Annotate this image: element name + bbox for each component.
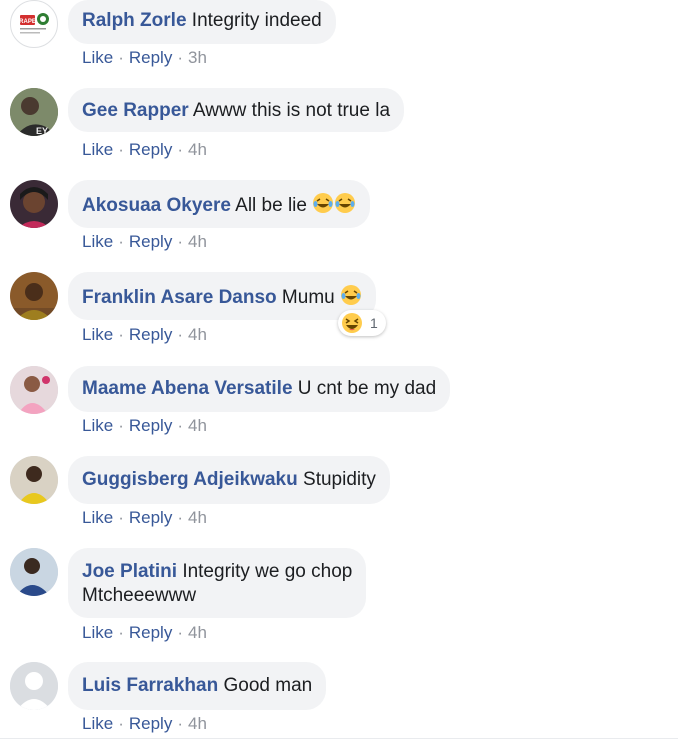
user-photo-icon: EY [10,88,58,136]
comment-author[interactable]: Franklin Asare Danso [82,287,277,308]
comment-author[interactable]: Maame Abena Versatile [82,378,293,399]
like-link[interactable]: Like [82,714,113,733]
avatar[interactable] [10,272,58,320]
reply-link[interactable]: Reply [129,140,172,159]
comment-timestamp[interactable]: 4h [188,623,207,642]
reaction-badge[interactable]: 1 [338,310,386,336]
separator: · [177,232,183,251]
comment-author[interactable]: Ralph Zorle [82,10,187,31]
comment-timestamp[interactable]: 4h [188,232,207,251]
svg-text:RAPE: RAPE [19,19,36,25]
separator: · [118,508,124,527]
comment-timestamp[interactable]: 3h [188,48,207,67]
comment-text: Stupidity [303,469,376,490]
like-link[interactable]: Like [82,508,113,527]
avatar[interactable]: RAPE [10,0,58,48]
separator: · [177,416,183,435]
comment-timestamp[interactable]: 4h [188,416,207,435]
avatar[interactable] [10,662,58,710]
comment-bubble: Ralph Zorle Integrity indeed [68,0,336,44]
comment-text: All be lie [235,195,307,216]
reply-link[interactable]: Reply [129,714,172,733]
separator: · [118,325,124,344]
separator: · [118,416,124,435]
comment-actions: Like · Reply · 4h [82,713,207,735]
separator: · [177,714,183,733]
reply-link[interactable]: Reply [129,508,172,527]
laugh-cry-emoji-icon [313,193,334,213]
haha-reaction-icon [342,313,362,333]
comment-actions: Like · Reply · 4h [82,324,207,346]
separator: · [177,325,183,344]
reply-link[interactable]: Reply [129,232,172,251]
comment-author[interactable]: Akosuaa Okyere [82,195,231,216]
separator: · [177,508,183,527]
comment-text: Integrity indeed [191,10,322,31]
comment-timestamp[interactable]: 4h [188,140,207,159]
separator: · [118,232,124,251]
reply-link[interactable]: Reply [129,416,172,435]
svg-text:EY: EY [36,126,48,136]
comment-text: Awww this is not true la [192,100,391,121]
comment-author[interactable]: Guggisberg Adjeikwaku [82,469,298,490]
comment-bubble: Luis Farrakhan Good man [68,662,327,710]
comment-actions: Like · Reply · 4h [82,415,207,437]
user-photo-icon [10,366,58,414]
avatar[interactable]: EY [10,88,58,136]
comment-text-line-2: Mtcheeewww [82,585,197,606]
user-photo-icon [10,548,58,596]
comment-bubble: Franklin Asare Danso Mumu [68,272,376,320]
divider [0,738,678,739]
reply-link[interactable]: Reply [129,48,172,67]
like-link[interactable]: Like [82,416,113,435]
avatar[interactable] [10,456,58,504]
comment-bubble: Akosuaa Okyere All be lie [68,180,371,228]
comment-bubble: Guggisberg Adjeikwaku Stupidity [68,456,390,504]
comment-bubble: Maame Abena Versatile U cnt be my dad [68,366,451,412]
reply-link[interactable]: Reply [129,623,172,642]
comment-author[interactable]: Joe Platini [82,561,177,582]
like-link[interactable]: Like [82,140,113,159]
comment-bubble: Joe Platini Integrity we go chop Mtcheee… [68,548,367,618]
separator: · [177,48,183,67]
comment-text: Good man [223,675,313,696]
laugh-cry-emoji-icon [341,285,361,305]
comment-actions: Like · Reply · 4h [82,139,207,161]
avatar[interactable] [10,366,58,414]
comment-actions: Like · Reply · 4h [82,231,207,253]
like-link[interactable]: Like [82,232,113,251]
like-link[interactable]: Like [82,325,113,344]
default-silhouette-icon [10,662,58,710]
comment-actions: Like · Reply · 4h [82,622,207,644]
comment-bubble: Gee Rapper Awww this is not true la [68,88,405,132]
comment-author[interactable]: Gee Rapper [82,100,189,121]
like-link[interactable]: Like [82,623,113,642]
comment-author[interactable]: Luis Farrakhan [82,675,218,696]
avatar[interactable] [10,548,58,596]
separator: · [118,48,124,67]
comment-actions: Like · Reply · 4h [82,507,207,529]
comment-text: Mumu [281,287,335,308]
avatar[interactable] [10,180,58,228]
comment-text: U cnt be my dad [297,378,437,399]
comment-timestamp[interactable]: 4h [188,325,207,344]
laugh-cry-emoji-icon [335,193,356,213]
comment-timestamp[interactable]: 4h [188,714,207,733]
rape-logo-icon: RAPE [19,13,49,34]
user-photo-icon [10,180,58,228]
reaction-count: 1 [370,315,378,331]
separator: · [118,714,124,733]
comment-text: Integrity we go chop [182,561,353,582]
like-link[interactable]: Like [82,48,113,67]
comment-timestamp[interactable]: 4h [188,508,207,527]
user-photo-icon [10,456,58,504]
separator: · [118,623,124,642]
comment-actions: Like · Reply · 3h [82,47,207,69]
separator: · [177,623,183,642]
separator: · [177,140,183,159]
user-photo-icon [10,272,58,320]
separator: · [118,140,124,159]
reply-link[interactable]: Reply [129,325,172,344]
